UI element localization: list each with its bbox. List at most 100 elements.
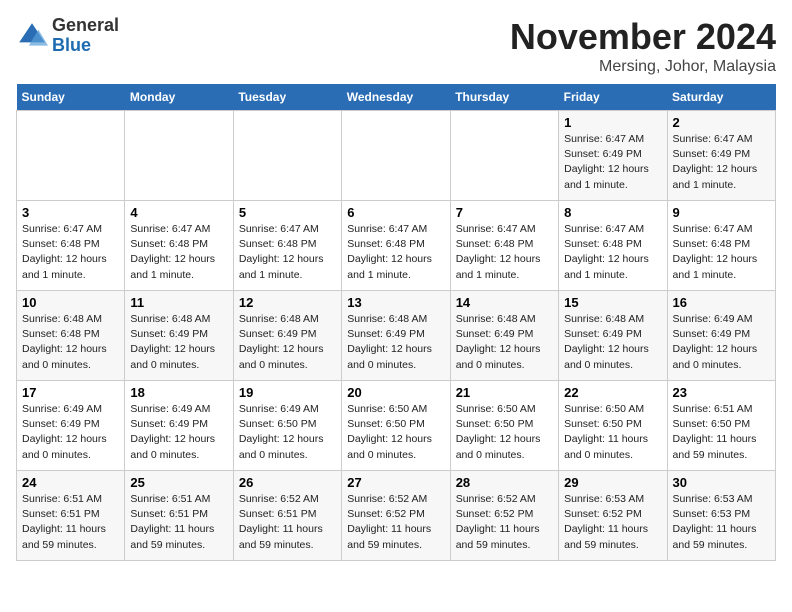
day-number: 7 [456,205,553,220]
day-number: 19 [239,385,336,400]
calendar-cell: 21 Sunrise: 6:50 AM Sunset: 6:50 PM Dayli… [450,381,558,471]
day-info: Sunrise: 6:48 AM Sunset: 6:49 PM Dayligh… [130,312,227,373]
day-info: Sunrise: 6:52 AM Sunset: 6:52 PM Dayligh… [347,492,444,553]
day-info: Sunrise: 6:50 AM Sunset: 6:50 PM Dayligh… [456,402,553,463]
day-number: 21 [456,385,553,400]
day-number: 8 [564,205,661,220]
calendar-cell: 20 Sunrise: 6:50 AM Sunset: 6:50 PM Dayli… [342,381,450,471]
day-number: 18 [130,385,227,400]
calendar-cell: 24Sunrise: 6:51 AM Sunset: 6:51 PM Dayli… [17,471,125,561]
day-number: 30 [673,475,770,490]
calendar-cell: 28 Sunrise: 6:52 AM Sunset: 6:52 PM Dayli… [450,471,558,561]
calendar-body: 1 Sunrise: 6:47 AM Sunset: 6:49 PM Daylig… [17,111,776,561]
calendar-cell: 6 Sunrise: 6:47 AM Sunset: 6:48 PM Daylig… [342,201,450,291]
day-info: Sunrise: 6:47 AM Sunset: 6:48 PM Dayligh… [673,222,770,283]
calendar-cell: 8 Sunrise: 6:47 AM Sunset: 6:48 PM Daylig… [559,201,667,291]
day-info: Sunrise: 6:47 AM Sunset: 6:48 PM Dayligh… [239,222,336,283]
calendar-cell: 4Sunrise: 6:47 AM Sunset: 6:48 PM Daylig… [125,201,233,291]
calendar-week-3: 10Sunrise: 6:48 AM Sunset: 6:48 PM Dayli… [17,291,776,381]
day-info: Sunrise: 6:47 AM Sunset: 6:49 PM Dayligh… [564,132,661,193]
header-friday: Friday [559,84,667,111]
calendar-cell: 25Sunrise: 6:51 AM Sunset: 6:51 PM Dayli… [125,471,233,561]
day-number: 3 [22,205,119,220]
logo-blue: Blue [52,35,91,55]
day-info: Sunrise: 6:52 AM Sunset: 6:52 PM Dayligh… [456,492,553,553]
calendar-cell [125,111,233,201]
day-number: 15 [564,295,661,310]
day-number: 5 [239,205,336,220]
day-info: Sunrise: 6:47 AM Sunset: 6:48 PM Dayligh… [347,222,444,283]
day-info: Sunrise: 6:51 AM Sunset: 6:51 PM Dayligh… [130,492,227,553]
calendar-header: Sunday Monday Tuesday Wednesday Thursday… [17,84,776,111]
day-info: Sunrise: 6:50 AM Sunset: 6:50 PM Dayligh… [347,402,444,463]
day-number: 23 [673,385,770,400]
logo: General Blue [16,16,119,56]
calendar-cell: 1 Sunrise: 6:47 AM Sunset: 6:49 PM Daylig… [559,111,667,201]
calendar-cell: 10Sunrise: 6:48 AM Sunset: 6:48 PM Dayli… [17,291,125,381]
logo-text: General Blue [52,16,119,56]
day-number: 22 [564,385,661,400]
logo-general: General [52,15,119,35]
day-info: Sunrise: 6:51 AM Sunset: 6:50 PM Dayligh… [673,402,770,463]
day-info: Sunrise: 6:47 AM Sunset: 6:48 PM Dayligh… [22,222,119,283]
calendar-cell: 13Sunrise: 6:48 AM Sunset: 6:49 PM Dayli… [342,291,450,381]
day-info: Sunrise: 6:48 AM Sunset: 6:49 PM Dayligh… [564,312,661,373]
day-info: Sunrise: 6:50 AM Sunset: 6:50 PM Dayligh… [564,402,661,463]
day-number: 13 [347,295,444,310]
day-info: Sunrise: 6:49 AM Sunset: 6:49 PM Dayligh… [673,312,770,373]
day-number: 27 [347,475,444,490]
title-block: November 2024 Mersing, Johor, Malaysia [510,16,776,76]
day-info: Sunrise: 6:47 AM Sunset: 6:48 PM Dayligh… [456,222,553,283]
weekday-header-row: Sunday Monday Tuesday Wednesday Thursday… [17,84,776,111]
location-subtitle: Mersing, Johor, Malaysia [510,58,776,76]
calendar-cell [17,111,125,201]
calendar-cell: 16 Sunrise: 6:49 AM Sunset: 6:49 PM Dayli… [667,291,775,381]
calendar-cell: 15 Sunrise: 6:48 AM Sunset: 6:49 PM Dayli… [559,291,667,381]
calendar-cell: 27 Sunrise: 6:52 AM Sunset: 6:52 PM Dayli… [342,471,450,561]
day-number: 26 [239,475,336,490]
day-number: 28 [456,475,553,490]
day-info: Sunrise: 6:47 AM Sunset: 6:48 PM Dayligh… [564,222,661,283]
day-info: Sunrise: 6:53 AM Sunset: 6:53 PM Dayligh… [673,492,770,553]
calendar-cell: 26Sunrise: 6:52 AM Sunset: 6:51 PM Dayli… [233,471,341,561]
day-number: 1 [564,115,661,130]
day-info: Sunrise: 6:48 AM Sunset: 6:49 PM Dayligh… [456,312,553,373]
header-tuesday: Tuesday [233,84,341,111]
calendar-cell: 30 Sunrise: 6:53 AM Sunset: 6:53 PM Dayli… [667,471,775,561]
calendar-cell: 22 Sunrise: 6:50 AM Sunset: 6:50 PM Dayli… [559,381,667,471]
calendar-cell: 7 Sunrise: 6:47 AM Sunset: 6:48 PM Daylig… [450,201,558,291]
logo-icon [16,20,48,52]
day-info: Sunrise: 6:51 AM Sunset: 6:51 PM Dayligh… [22,492,119,553]
calendar-week-5: 24Sunrise: 6:51 AM Sunset: 6:51 PM Dayli… [17,471,776,561]
day-number: 9 [673,205,770,220]
calendar-cell: 3 Sunrise: 6:47 AM Sunset: 6:48 PM Daylig… [17,201,125,291]
calendar-week-4: 17Sunrise: 6:49 AM Sunset: 6:49 PM Dayli… [17,381,776,471]
calendar-week-1: 1 Sunrise: 6:47 AM Sunset: 6:49 PM Daylig… [17,111,776,201]
header-sunday: Sunday [17,84,125,111]
page-header: General Blue November 2024 Mersing, Joho… [16,16,776,76]
calendar-cell: 19Sunrise: 6:49 AM Sunset: 6:50 PM Dayli… [233,381,341,471]
header-monday: Monday [125,84,233,111]
calendar-cell: 29Sunrise: 6:53 AM Sunset: 6:52 PM Dayli… [559,471,667,561]
calendar-cell: 2 Sunrise: 6:47 AM Sunset: 6:49 PM Daylig… [667,111,775,201]
calendar-cell: 5 Sunrise: 6:47 AM Sunset: 6:48 PM Daylig… [233,201,341,291]
day-number: 14 [456,295,553,310]
day-number: 29 [564,475,661,490]
day-number: 16 [673,295,770,310]
calendar-cell: 17Sunrise: 6:49 AM Sunset: 6:49 PM Dayli… [17,381,125,471]
calendar-cell: 11Sunrise: 6:48 AM Sunset: 6:49 PM Dayli… [125,291,233,381]
calendar-cell [342,111,450,201]
day-number: 12 [239,295,336,310]
day-number: 20 [347,385,444,400]
calendar-cell: 23 Sunrise: 6:51 AM Sunset: 6:50 PM Dayli… [667,381,775,471]
day-number: 6 [347,205,444,220]
day-info: Sunrise: 6:47 AM Sunset: 6:48 PM Dayligh… [130,222,227,283]
calendar-cell [450,111,558,201]
day-info: Sunrise: 6:48 AM Sunset: 6:49 PM Dayligh… [239,312,336,373]
calendar-table: Sunday Monday Tuesday Wednesday Thursday… [16,84,776,561]
day-info: Sunrise: 6:49 AM Sunset: 6:49 PM Dayligh… [130,402,227,463]
header-thursday: Thursday [450,84,558,111]
day-info: Sunrise: 6:47 AM Sunset: 6:49 PM Dayligh… [673,132,770,193]
calendar-cell: 14 Sunrise: 6:48 AM Sunset: 6:49 PM Dayli… [450,291,558,381]
day-number: 2 [673,115,770,130]
